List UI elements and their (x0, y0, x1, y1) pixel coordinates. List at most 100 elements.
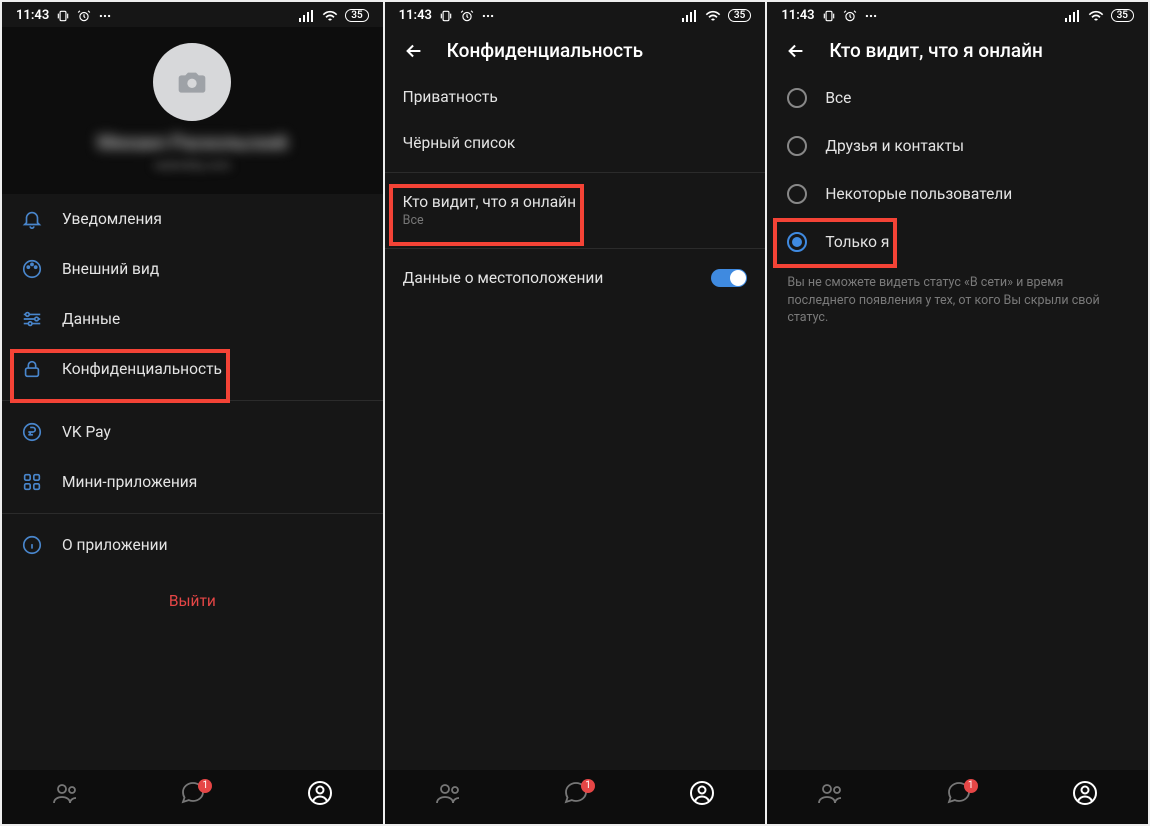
menu-notifications[interactable]: Уведомления (2, 194, 383, 244)
screen-who-sees-online: 11:43 35 Кто видит, что я онлайн Все Дру… (767, 2, 1148, 824)
avatar[interactable] (153, 43, 231, 121)
radio-icon-selected (787, 232, 807, 252)
radio-list: Все Друзья и контакты Некоторые пользова… (767, 74, 1148, 770)
profile-header[interactable]: Михаил Раскольский raskolsky.com (2, 27, 383, 194)
nav-profile[interactable] (1072, 780, 1098, 810)
screen-privacy: 11:43 35 Конфиденциальность Приватность … (385, 2, 766, 824)
lock-icon (21, 358, 43, 380)
signal-icon (299, 10, 315, 22)
radio-all[interactable]: Все (767, 74, 1148, 122)
item-location[interactable]: Данные о местоположении (385, 255, 766, 301)
nav-messages[interactable]: 1 (563, 781, 589, 809)
separator (2, 513, 383, 514)
nav-badge: 1 (581, 779, 595, 793)
menu-label: Уведомления (62, 210, 162, 228)
status-time: 11:43 (781, 8, 814, 23)
radio-some[interactable]: Некоторые пользователи (767, 170, 1148, 218)
status-bar: 11:43 35 (385, 2, 766, 27)
signal-icon (682, 10, 698, 22)
status-time: 11:43 (16, 8, 49, 23)
contacts-icon (52, 781, 80, 805)
battery-indicator: 35 (345, 9, 368, 22)
item-label: Чёрный список (403, 134, 516, 152)
nav-messages[interactable]: 1 (180, 781, 206, 809)
nav-contacts[interactable] (435, 781, 463, 809)
settings-menu: Уведомления Внешний вид Данные Конфиденц… (2, 194, 383, 770)
header-title: Конфиденциальность (447, 39, 643, 62)
header-title: Кто видит, что я онлайн (829, 39, 1043, 62)
wifi-icon (705, 10, 721, 22)
nav-profile[interactable] (689, 780, 715, 810)
back-icon[interactable] (403, 40, 425, 62)
menu-label: Мини-приложения (62, 473, 197, 491)
contacts-icon (817, 781, 845, 805)
radio-label: Некоторые пользователи (825, 185, 1012, 203)
menu-data[interactable]: Данные (2, 294, 383, 344)
bottom-nav: 1 (767, 770, 1148, 824)
nav-messages[interactable]: 1 (946, 781, 972, 809)
menu-label: Внешний вид (62, 260, 159, 278)
contacts-icon (435, 781, 463, 805)
menu-about[interactable]: О приложении (2, 520, 383, 570)
item-blacklist[interactable]: Чёрный список (385, 120, 766, 166)
radio-icon (787, 136, 807, 156)
hint-text: Вы не сможете видеть статус «В сети» и в… (767, 266, 1148, 327)
logout-button[interactable]: Выйти (2, 570, 383, 632)
vibrate-icon (56, 9, 70, 23)
item-label: Кто видит, что я онлайн (403, 193, 748, 211)
profile-icon (1072, 780, 1098, 806)
camera-icon (176, 66, 208, 98)
battery-indicator: 35 (1111, 9, 1134, 22)
more-icon (864, 9, 878, 23)
nav-profile[interactable] (307, 780, 333, 810)
bell-icon (21, 208, 43, 230)
nav-badge: 1 (964, 779, 978, 793)
menu-vkpay[interactable]: VK Pay (2, 407, 383, 457)
status-bar: 11:43 35 (767, 2, 1148, 27)
nav-contacts[interactable] (52, 781, 80, 809)
back-icon[interactable] (785, 40, 807, 62)
profile-icon (307, 780, 333, 806)
status-bar: 11:43 35 (2, 2, 383, 27)
profile-icon (689, 780, 715, 806)
header: Конфиденциальность (385, 27, 766, 74)
vibrate-icon (822, 9, 836, 23)
location-toggle[interactable] (711, 269, 747, 287)
status-time: 11:43 (399, 8, 432, 23)
item-who-sees-online[interactable]: Кто видит, что я онлайн Все (385, 179, 766, 242)
more-icon (98, 9, 112, 23)
menu-privacy[interactable]: Конфиденциальность (2, 344, 383, 394)
menu-label: VK Pay (62, 423, 111, 441)
more-icon (481, 9, 495, 23)
menu-label: Данные (62, 310, 120, 328)
wifi-icon (322, 10, 338, 22)
screen-settings: 11:43 35 Михаил Раскольский raskolsky.co… (2, 2, 383, 824)
radio-label: Только я (825, 233, 889, 251)
info-icon (21, 534, 43, 556)
radio-icon (787, 184, 807, 204)
bottom-nav: 1 (2, 770, 383, 824)
nav-badge: 1 (198, 779, 212, 793)
radio-only-me[interactable]: Только я (767, 218, 1148, 266)
radio-label: Друзья и контакты (825, 137, 964, 155)
tune-icon (21, 308, 43, 330)
menu-appearance[interactable]: Внешний вид (2, 244, 383, 294)
item-label: Приватность (403, 88, 498, 106)
menu-miniapps[interactable]: Мини-приложения (2, 457, 383, 507)
alarm-icon (77, 9, 91, 23)
profile-subtitle: raskolsky.com (2, 158, 383, 172)
menu-label: О приложении (62, 536, 168, 554)
header: Кто видит, что я онлайн (767, 27, 1148, 74)
item-label: Данные о местоположении (403, 269, 694, 287)
vibrate-icon (439, 9, 453, 23)
nav-contacts[interactable] (817, 781, 845, 809)
privacy-menu: Приватность Чёрный список Кто видит, что… (385, 74, 766, 770)
radio-label: Все (825, 89, 851, 107)
bottom-nav: 1 (385, 770, 766, 824)
wifi-icon (1088, 10, 1104, 22)
battery-indicator: 35 (728, 9, 751, 22)
alarm-icon (460, 9, 474, 23)
item-privacy[interactable]: Приватность (385, 74, 766, 120)
item-sub: Все (403, 213, 748, 228)
radio-friends[interactable]: Друзья и контакты (767, 122, 1148, 170)
